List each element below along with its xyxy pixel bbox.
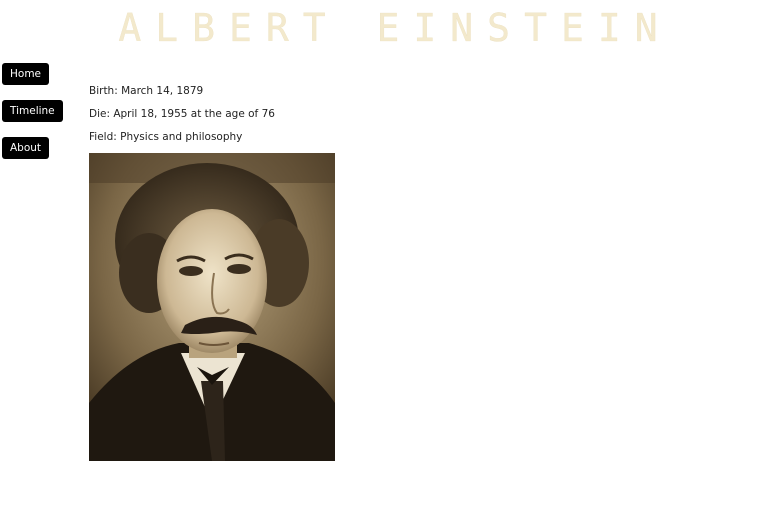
timeline-button[interactable]: Timeline (2, 100, 63, 122)
field-info: Field: Physics and philosophy (89, 131, 243, 143)
death-info: Die: April 18, 1955 at the age of 76 (89, 108, 275, 120)
home-button[interactable]: Home (2, 63, 50, 85)
birth-info: Birth: March 14, 1879 (89, 85, 204, 97)
einstein-portrait (89, 153, 335, 461)
page-title: ALBERT EINSTEIN (118, 6, 672, 50)
about-button[interactable]: About (2, 137, 50, 159)
